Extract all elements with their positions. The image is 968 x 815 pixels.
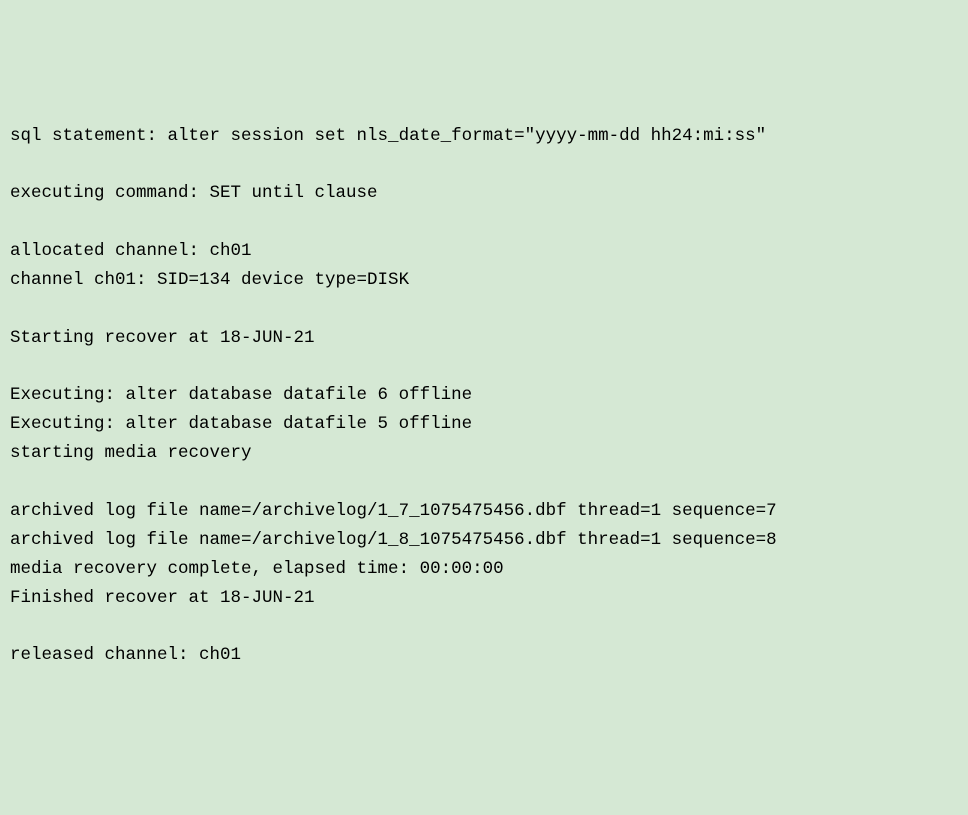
terminal-output-block: sql statement: alter session set nls_dat…: [10, 122, 958, 671]
output-line-archived-log-2: archived log file name=/archivelog/1_8_1…: [10, 530, 777, 550]
output-line-executing-datafile-5: Executing: alter database datafile 5 off…: [10, 414, 472, 434]
output-line-released-channel: released channel: ch01: [10, 645, 241, 665]
output-line-starting-recover: Starting recover at 18-JUN-21: [10, 328, 315, 348]
output-line-media-recovery-complete: media recovery complete, elapsed time: 0…: [10, 559, 504, 579]
output-line-sql-statement: sql statement: alter session set nls_dat…: [10, 126, 766, 146]
output-line-executing-datafile-6: Executing: alter database datafile 6 off…: [10, 385, 472, 405]
output-line-executing-command: executing command: SET until clause: [10, 183, 378, 203]
output-line-channel-info: channel ch01: SID=134 device type=DISK: [10, 270, 409, 290]
output-line-finished-recover: Finished recover at 18-JUN-21: [10, 588, 315, 608]
output-line-archived-log-1: archived log file name=/archivelog/1_7_1…: [10, 501, 777, 521]
output-line-allocated-channel: allocated channel: ch01: [10, 241, 252, 261]
output-line-starting-media-recovery: starting media recovery: [10, 443, 252, 463]
